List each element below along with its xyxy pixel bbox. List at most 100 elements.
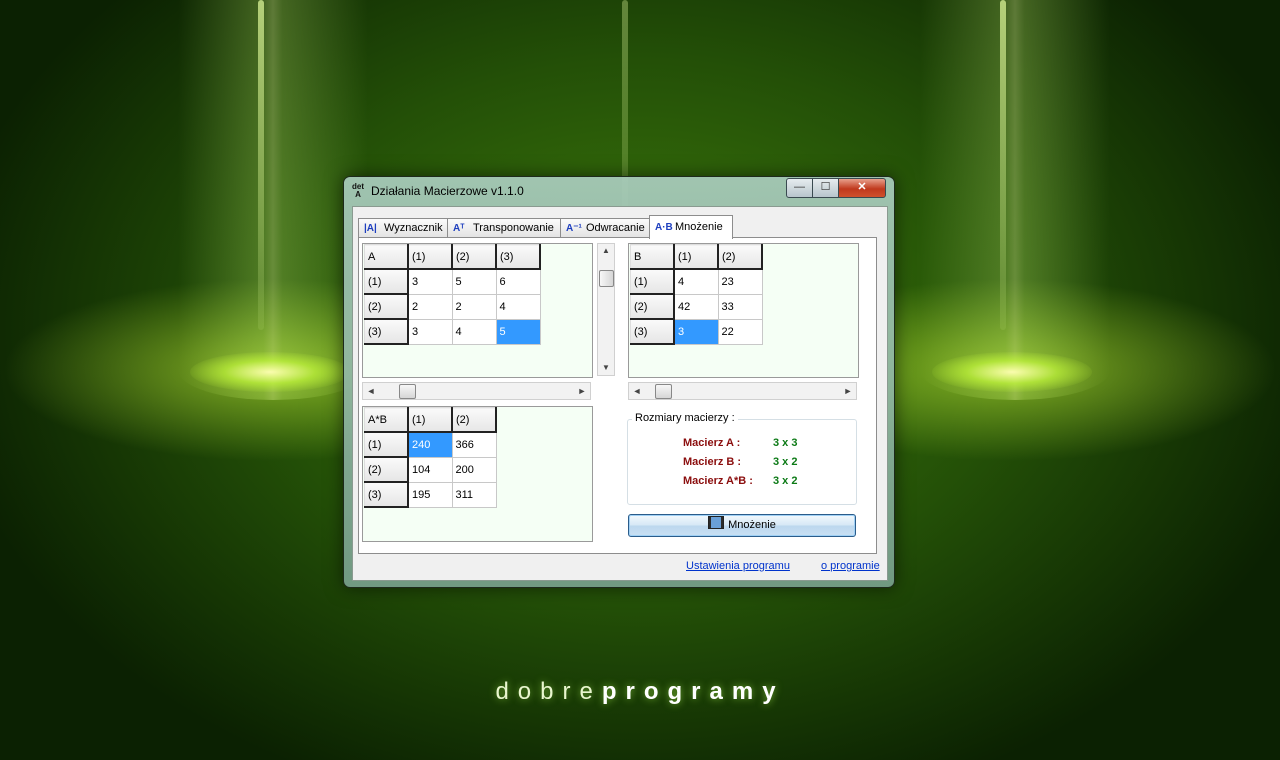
scroll-up-arrow[interactable]: ▲ <box>598 244 614 258</box>
matrix-cell[interactable]: 6 <box>495 268 541 295</box>
wallpaper-right-glow <box>932 352 1092 392</box>
row-header[interactable]: (1) <box>364 268 409 295</box>
matrix-a-table: A (1) (2) (3) (1) 3 5 6 (2) 2 2 4 (3) 3 … <box>364 244 541 345</box>
matrix-cell-selected[interactable]: 5 <box>495 318 541 345</box>
window-title: Działania Macierzowe v1.1.0 <box>371 184 524 198</box>
column-header[interactable]: (2) <box>451 244 497 270</box>
scroll-left-arrow[interactable]: ◄ <box>629 383 645 399</box>
dimension-value: 3 x 3 <box>773 437 798 449</box>
group-title: Rozmiary macierzy : <box>632 412 738 424</box>
matrix-cell[interactable]: 4 <box>495 293 541 320</box>
table-row: (3) 3 4 5 <box>364 318 541 345</box>
table-row: (1) 240 366 <box>364 431 497 458</box>
matrix-cell[interactable]: 23 <box>717 268 763 295</box>
matrix-cell[interactable]: 3 <box>407 318 453 345</box>
row-header[interactable]: (2) <box>630 293 675 320</box>
column-header[interactable]: (3) <box>495 244 541 270</box>
scroll-thumb[interactable] <box>655 384 672 399</box>
table-row: (2) 2 2 4 <box>364 293 541 320</box>
wallpaper-left-pillar <box>178 0 368 400</box>
scroll-down-arrow[interactable]: ▼ <box>598 361 614 375</box>
multiply-tab-icon: A·B <box>655 222 673 233</box>
window-client-area: |A| Wyznacznik Aᵀ Transponowanie A⁻¹ Odwrac… <box>352 206 888 581</box>
matrix-cell[interactable]: 22 <box>717 318 763 345</box>
table-row: (1) 3 5 6 <box>364 268 541 295</box>
matrix-a-horizontal-scrollbar[interactable]: ◄ ► <box>362 382 591 400</box>
row-header[interactable]: (2) <box>364 456 409 483</box>
about-link[interactable]: o programie <box>821 560 880 572</box>
determinant-icon: |A| <box>364 223 377 234</box>
matrix-cell[interactable]: 5 <box>451 268 497 295</box>
column-header[interactable]: (2) <box>717 244 763 270</box>
matrix-cell[interactable]: 4 <box>673 268 719 295</box>
settings-link[interactable]: Ustawienia programu <box>686 560 790 572</box>
table-row: (2) 42 33 <box>630 293 763 320</box>
matrix-a-vertical-scrollbar[interactable]: ▲ ▼ <box>597 243 615 376</box>
wallpaper-strand <box>258 0 264 330</box>
tab-odwracanie[interactable]: A⁻¹ Odwracanie <box>560 218 650 238</box>
wallpaper-left-glow <box>190 352 350 392</box>
column-header[interactable]: (1) <box>407 244 453 270</box>
minimize-button[interactable]: — <box>786 178 813 198</box>
matrix-a-corner: A <box>364 244 409 270</box>
tab-mnozenie[interactable]: A·B Mnożenie <box>649 215 733 239</box>
row-header[interactable]: (2) <box>364 293 409 320</box>
tab-label: Odwracanie <box>586 222 645 234</box>
matrix-cell[interactable]: 33 <box>717 293 763 320</box>
wallpaper-strand <box>1000 0 1006 330</box>
matrix-cell[interactable]: 311 <box>451 481 497 508</box>
matrix-dimensions-group: Rozmiary macierzy : Macierz A : 3 x 3 Ma… <box>627 412 857 505</box>
matrix-cell[interactable]: 200 <box>451 456 497 483</box>
matrix-cell[interactable]: 104 <box>407 456 453 483</box>
scroll-right-arrow[interactable]: ► <box>574 383 590 399</box>
matrix-result-table: A*B (1) (2) (1) 240 366 (2) 104 200 (3) … <box>364 407 497 508</box>
matrix-cell[interactable]: 3 <box>407 268 453 295</box>
scroll-thumb[interactable] <box>399 384 416 399</box>
app-window: det A Działania Macierzowe v1.1.0 — ☐ ✕ |… <box>343 176 895 588</box>
scroll-thumb[interactable] <box>599 270 614 287</box>
maximize-button[interactable]: ☐ <box>812 178 839 198</box>
dimension-value: 3 x 2 <box>773 456 798 468</box>
matrix-cell[interactable]: 2 <box>451 293 497 320</box>
matrix-cell[interactable]: 2 <box>407 293 453 320</box>
scroll-right-arrow[interactable]: ► <box>840 383 856 399</box>
dimension-label: Macierz A*B : <box>683 475 753 487</box>
row-header[interactable]: (3) <box>364 481 409 508</box>
transpose-icon: Aᵀ <box>453 223 465 234</box>
matrix-cell[interactable]: 4 <box>451 318 497 345</box>
row-header[interactable]: (3) <box>364 318 409 345</box>
tab-wyznacznik[interactable]: |A| Wyznacznik <box>358 218 448 238</box>
matrix-cell[interactable]: 42 <box>673 293 719 320</box>
matrix-result-grid[interactable]: A*B (1) (2) (1) 240 366 (2) 104 200 (3) … <box>362 406 593 542</box>
multiply-button[interactable]: Mnożenie <box>628 514 856 537</box>
matrix-result-corner: A*B <box>364 407 409 433</box>
matrix-b-horizontal-scrollbar[interactable]: ◄ ► <box>628 382 857 400</box>
dimension-label: Macierz B : <box>683 456 742 468</box>
calculator-icon <box>708 516 725 529</box>
matrix-cell-selected[interactable]: 240 <box>407 431 453 458</box>
dimension-row-a: Macierz A : 3 x 3 <box>683 437 853 453</box>
close-button[interactable]: ✕ <box>838 178 886 198</box>
row-header[interactable]: (1) <box>364 431 409 458</box>
matrix-a-grid[interactable]: A (1) (2) (3) (1) 3 5 6 (2) 2 2 4 (3) 3 … <box>362 243 593 378</box>
row-header[interactable]: (3) <box>630 318 675 345</box>
matrix-cell[interactable]: 366 <box>451 431 497 458</box>
matrix-b-grid[interactable]: B (1) (2) (1) 4 23 (2) 42 33 (3) 3 22 <box>628 243 859 378</box>
wallpaper-right-pillar <box>920 0 1110 400</box>
tab-panel-mnozenie: A (1) (2) (3) (1) 3 5 6 (2) 2 2 4 (3) 3 … <box>358 237 877 554</box>
inverse-icon: A⁻¹ <box>566 223 582 234</box>
tab-transponowanie[interactable]: Aᵀ Transponowanie <box>447 218 561 238</box>
tab-label: Mnożenie <box>675 221 723 233</box>
column-header[interactable]: (1) <box>407 407 453 433</box>
scroll-left-arrow[interactable]: ◄ <box>363 383 379 399</box>
row-header[interactable]: (1) <box>630 268 675 295</box>
matrix-cell-selected[interactable]: 3 <box>673 318 719 345</box>
title-bar[interactable]: det A Działania Macierzowe v1.1.0 — ☐ ✕ <box>344 177 894 205</box>
column-header[interactable]: (2) <box>451 407 497 433</box>
dimension-value: 3 x 2 <box>773 475 798 487</box>
matrix-cell[interactable]: 195 <box>407 481 453 508</box>
table-row: (2) 104 200 <box>364 456 497 483</box>
tab-label: Transponowanie <box>473 222 554 234</box>
tab-label: Wyznacznik <box>384 222 443 234</box>
column-header[interactable]: (1) <box>673 244 719 270</box>
